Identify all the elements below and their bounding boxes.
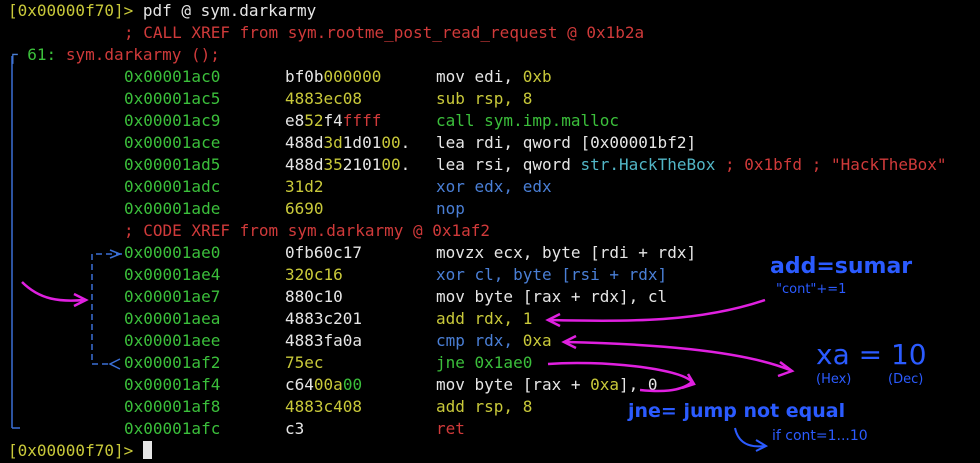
add-arrow-icon bbox=[549, 298, 766, 323]
annotation-overlay bbox=[11, 56, 795, 452]
annotation-if: if cont=1...10 bbox=[772, 428, 868, 444]
annotation-xa: xa = 10 bbox=[816, 338, 927, 371]
annotation-jne: jne= jump not equal bbox=[628, 400, 846, 422]
cmp-arrow-icon bbox=[565, 340, 791, 372]
loop-pointer-arrow-icon bbox=[21, 281, 85, 302]
if-arrow-icon bbox=[734, 427, 765, 448]
annotation-cont: "cont"+=1 bbox=[776, 282, 847, 297]
loop-graph-back-arrow-icon bbox=[108, 358, 121, 370]
loop-graph-line bbox=[91, 253, 122, 365]
annotation-add: add=sumar bbox=[770, 254, 913, 279]
jne-arrow-icon bbox=[547, 361, 694, 393]
annotation-dec: (Dec) bbox=[888, 372, 924, 387]
annotation-hex: (Hex) bbox=[816, 372, 852, 387]
